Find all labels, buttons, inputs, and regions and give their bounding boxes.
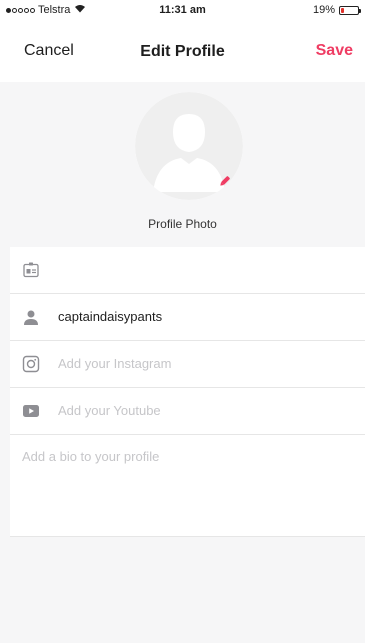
youtube-icon xyxy=(22,402,40,420)
person-icon xyxy=(22,308,40,326)
id-card-icon xyxy=(22,261,40,279)
instagram-input[interactable]: Add your Instagram xyxy=(58,356,171,371)
youtube-input[interactable]: Add your Youtube xyxy=(58,403,161,418)
username-field[interactable]: captaindaisypants xyxy=(10,294,365,341)
display-name-field[interactable] xyxy=(10,247,365,294)
nav-bar: Cancel Edit Profile Save xyxy=(0,20,365,82)
pencil-icon[interactable] xyxy=(218,172,234,188)
status-time: 11:31 am xyxy=(159,4,206,16)
bio-field[interactable]: Add a bio to your profile xyxy=(10,435,365,537)
profile-form: captaindaisypants Add your Instagram Add… xyxy=(10,247,365,643)
battery-info: 19% xyxy=(312,4,361,16)
instagram-field[interactable]: Add your Instagram xyxy=(10,341,365,388)
battery-percent: 19% xyxy=(312,4,335,16)
page-title: Edit Profile xyxy=(140,43,225,60)
youtube-field[interactable]: Add your Youtube xyxy=(10,388,365,435)
save-button[interactable]: Save xyxy=(316,42,353,60)
battery-level xyxy=(341,7,344,13)
profile-photo-section: Profile Photo xyxy=(0,82,365,247)
bio-input[interactable]: Add a bio to your profile xyxy=(22,449,159,464)
battery-icon xyxy=(339,5,361,15)
status-bar: Telstra 11:31 am 19% xyxy=(0,0,365,20)
profile-photo-label: Profile Photo xyxy=(148,217,217,231)
instagram-icon xyxy=(22,355,40,373)
form-footer-area xyxy=(10,537,365,643)
username-value[interactable]: captaindaisypants xyxy=(58,309,162,324)
